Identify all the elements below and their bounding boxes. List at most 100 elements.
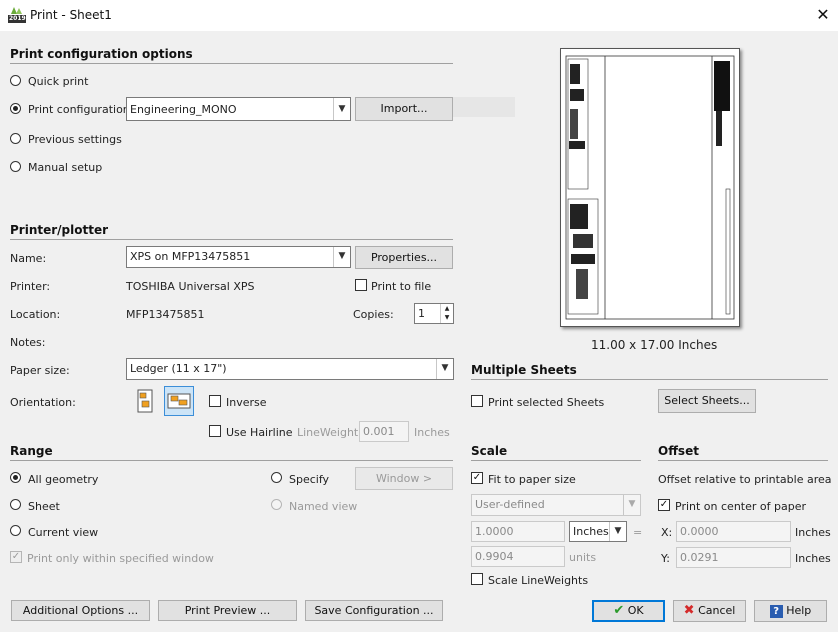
check-icon: ✔ xyxy=(613,603,625,618)
lineweight-label: LineWeight: xyxy=(297,426,362,439)
quick-print-label: Quick print xyxy=(28,75,89,88)
range-section-title: Range xyxy=(10,444,53,458)
offset-x-unit: Inches xyxy=(795,526,831,539)
quick-print-radio[interactable] xyxy=(10,75,21,86)
fit-to-paper-checkbox[interactable]: ✓ xyxy=(471,472,483,484)
use-hairline-label: Use Hairline xyxy=(226,426,293,439)
scale-value1-input[interactable]: 1.0000 xyxy=(471,521,565,542)
cancel-x-icon: ✖ xyxy=(683,603,695,618)
print-selected-sheets-checkbox[interactable] xyxy=(471,395,483,407)
help-label: Help xyxy=(786,604,812,617)
print-to-file-label: Print to file xyxy=(371,280,432,293)
offset-section-title: Offset xyxy=(658,444,699,458)
printer-name-select[interactable]: XPS on MFP13475851 ▼ xyxy=(126,246,351,268)
print-configuration-radio[interactable] xyxy=(10,103,21,114)
scale-unit-value: Inches xyxy=(573,525,609,538)
scale-unit-select[interactable]: Inches ▼ xyxy=(569,521,627,542)
ok-button[interactable]: ✔ OK xyxy=(592,600,665,622)
printer-name-value: XPS on MFP13475851 xyxy=(130,250,251,263)
print-to-file-checkbox[interactable] xyxy=(355,279,367,291)
sheet-radio[interactable] xyxy=(10,499,21,510)
scale-divider xyxy=(471,460,641,461)
location-label: Location: xyxy=(10,308,61,321)
app-badge: 2019 xyxy=(9,15,26,22)
multiple-sheets-divider xyxy=(471,379,828,380)
lineweight-input[interactable]: 0.001 xyxy=(359,421,409,442)
paper-size-select[interactable]: Ledger (11 x 17") ▼ xyxy=(126,358,454,380)
offset-y-unit: Inches xyxy=(795,552,831,565)
scale-value1: 1.0000 xyxy=(475,525,514,538)
chevron-down-icon: ▼ xyxy=(436,359,453,379)
scale-value2: 0.9904 xyxy=(475,550,514,563)
inverse-label: Inverse xyxy=(226,396,267,409)
scale-section-title: Scale xyxy=(471,444,508,458)
select-sheets-button[interactable]: Select Sheets... xyxy=(658,389,756,413)
notes-label: Notes: xyxy=(10,336,46,349)
scale-value2-input[interactable]: 0.9904 xyxy=(471,546,565,567)
specify-label: Specify xyxy=(289,473,330,486)
preview-size-caption: 11.00 x 17.00 Inches xyxy=(591,338,718,352)
scale-value: User-defined xyxy=(475,498,545,511)
offset-y-input[interactable]: 0.0291 xyxy=(676,547,791,568)
ok-label: OK xyxy=(627,604,644,617)
all-geometry-radio[interactable] xyxy=(10,472,21,483)
equals-sign: = xyxy=(633,526,643,539)
configuration-select[interactable]: Engineering_MONO ▼ xyxy=(126,97,351,121)
offset-divider xyxy=(658,460,828,461)
print-within-window-checkbox[interactable]: ✓ xyxy=(10,551,22,563)
config-section-title: Print configuration options xyxy=(10,47,193,61)
stepper-arrows-icon[interactable]: ▲ ▼ xyxy=(440,304,453,323)
title-bar xyxy=(0,0,838,31)
offset-y-value: 0.0291 xyxy=(680,551,719,564)
cancel-label: Cancel xyxy=(698,604,736,617)
previous-settings-label: Previous settings xyxy=(28,133,122,146)
manual-setup-radio[interactable] xyxy=(10,161,21,172)
offset-relative-label: Offset relative to printable area xyxy=(658,473,832,486)
help-button[interactable]: ? Help xyxy=(754,600,827,622)
cancel-button[interactable]: ✖ Cancel xyxy=(673,600,746,622)
current-view-radio[interactable] xyxy=(10,525,21,536)
copies-stepper[interactable]: 1 ▲ ▼ xyxy=(414,303,454,324)
scale-lineweights-checkbox[interactable] xyxy=(471,573,483,585)
multiple-sheets-title: Multiple Sheets xyxy=(471,363,577,377)
offset-x-input[interactable]: 0.0000 xyxy=(676,521,791,542)
previous-settings-radio[interactable] xyxy=(10,133,21,144)
copies-value: 1 xyxy=(418,307,425,320)
range-divider xyxy=(10,460,453,461)
window-button[interactable]: Window > xyxy=(355,467,453,490)
properties-button[interactable]: Properties... xyxy=(355,246,453,269)
paper-size-label: Paper size: xyxy=(10,364,70,377)
orientation-label: Orientation: xyxy=(10,396,76,409)
scale-lineweights-label: Scale LineWeights xyxy=(488,574,589,587)
printer-divider xyxy=(10,239,453,240)
lineweight-value: 0.001 xyxy=(363,425,395,438)
sheet-label: Sheet xyxy=(28,500,60,513)
print-on-center-checkbox[interactable]: ✓ xyxy=(658,499,670,511)
print-within-window-label: Print only within specified window xyxy=(27,552,214,565)
chevron-down-icon: ▼ xyxy=(623,495,640,515)
specify-radio[interactable] xyxy=(271,472,282,483)
app-icon: 2019 xyxy=(8,6,26,24)
offset-x-value: 0.0000 xyxy=(680,525,719,538)
inverse-checkbox[interactable] xyxy=(209,395,221,407)
ghost-overlay xyxy=(453,97,515,117)
printer-value: TOSHIBA Universal XPS xyxy=(126,280,255,293)
offset-x-label: X: xyxy=(661,526,673,539)
chevron-down-icon: ▼ xyxy=(609,522,626,541)
portrait-icon[interactable] xyxy=(130,386,160,416)
units-label: units xyxy=(569,551,597,564)
close-icon[interactable]: ✕ xyxy=(812,4,834,26)
print-configuration-label: Print configuration: xyxy=(28,103,134,116)
import-button[interactable]: Import... xyxy=(355,97,453,121)
additional-options-button[interactable]: Additional Options ... xyxy=(11,600,150,621)
named-view-radio[interactable] xyxy=(271,499,282,510)
print-preview xyxy=(560,48,740,327)
save-configuration-button[interactable]: Save Configuration ... xyxy=(305,600,443,621)
chevron-down-icon: ▼ xyxy=(333,247,350,267)
printer-name-label: Name: xyxy=(10,252,47,265)
scale-select[interactable]: User-defined ▼ xyxy=(471,494,641,516)
chevron-down-icon: ▼ xyxy=(333,98,350,120)
use-hairline-checkbox[interactable] xyxy=(209,425,221,437)
landscape-icon[interactable] xyxy=(164,386,194,416)
print-preview-button[interactable]: Print Preview ... xyxy=(158,600,297,621)
